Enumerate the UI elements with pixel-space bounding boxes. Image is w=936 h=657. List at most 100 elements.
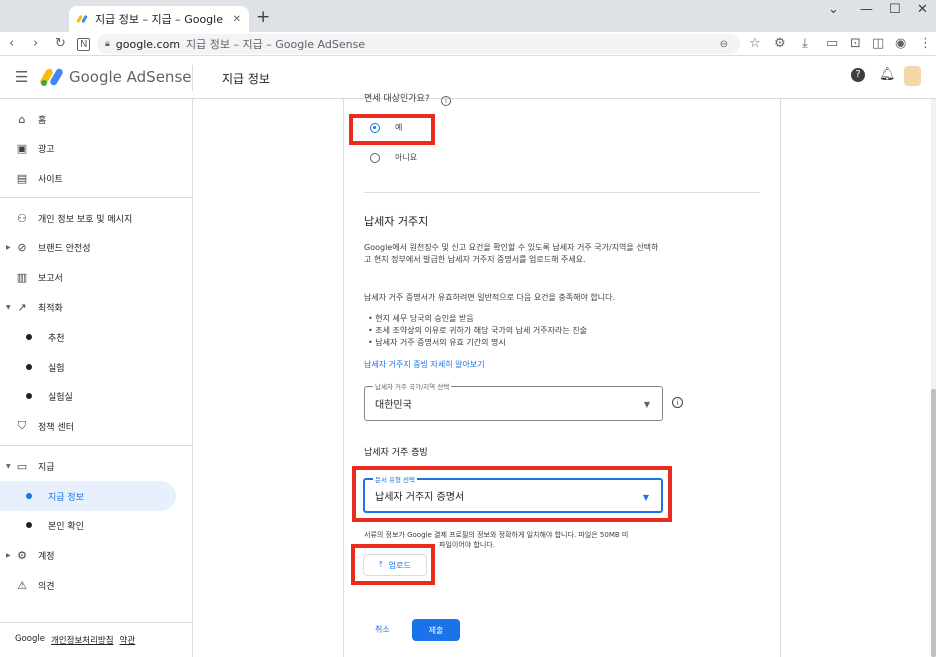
appbar-divider <box>192 65 193 91</box>
notifications-icon[interactable]: 🔔︎ <box>879 67 896 82</box>
proof-title: 납세자 거주 증빙 <box>364 448 428 458</box>
sidebar-divider <box>0 445 193 446</box>
trending-icon: ↗ <box>17 300 27 314</box>
document-type-label: 문서 유형 선택 <box>373 474 418 484</box>
sidebar-divider <box>0 622 193 623</box>
bullet-icon <box>26 364 32 370</box>
zoom-icon[interactable]: ⊖ <box>720 39 728 50</box>
upload-icon: ⤒ <box>379 560 383 569</box>
bookmark-icon[interactable]: ☆ <box>749 36 761 51</box>
gear-icon: ⚙ <box>17 548 27 562</box>
minimize-icon[interactable]: — <box>860 2 873 17</box>
screenshot-icon[interactable]: ⊡ <box>850 36 861 51</box>
menu-dots-icon[interactable]: ⋮ <box>919 36 932 51</box>
sidebar-item-label: 브랜드 안전성 <box>38 243 91 254</box>
app-header: ☰ Google AdSense 지급 정보 ? 🔔︎ <box>0 57 936 99</box>
lock-icon: 🔒︎ <box>105 39 110 49</box>
terms-link[interactable]: 약관 <box>120 634 136 646</box>
requirement-item: • 조세 조약상의 이유로 귀하가 해당 국가의 납세 거주자라는 진술 <box>368 326 587 335</box>
avatar[interactable] <box>904 66 921 86</box>
residence-title: 납세자 거주지 <box>364 215 429 228</box>
sidebar-item-account[interactable]: ⚙ 계정 <box>0 540 193 570</box>
payments-icon: ▭ <box>16 459 28 473</box>
hamburger-menu-icon[interactable]: ☰ <box>15 68 28 86</box>
upload-button[interactable]: ⤒ 업로드 <box>363 554 427 576</box>
bullet-icon <box>26 334 32 340</box>
document-type-select[interactable]: 문서 유형 선택 납세자 거주지 증명서 ▼ <box>363 474 663 513</box>
sidebar-item-label: 계정 <box>38 551 55 562</box>
sidebar-item-verification[interactable]: 본인 확인 <box>0 510 193 540</box>
sidebar-item-labs[interactable]: 실험실 <box>0 381 193 411</box>
sidebar-item-home[interactable]: ⌂ 홈 <box>0 104 193 134</box>
sidebar-item-sites[interactable]: ▤ 사이트 <box>0 163 193 193</box>
upload-note-line-1: 서류의 정보가 Google 결제 프로필의 정보와 정확하게 일치해야 합니다… <box>364 531 629 539</box>
tab-search-icon[interactable]: ⌄ <box>828 2 839 17</box>
back-icon[interactable]: ‹ <box>9 36 14 51</box>
sidebar-item-reports[interactable]: ▥ 보고서 <box>0 262 193 292</box>
tab-title: 지급 정보 – 지급 – Google AdSe <box>95 13 227 26</box>
upload-button-label: 업로드 <box>388 560 411 570</box>
browser-tab[interactable]: 지급 정보 – 지급 – Google AdSe ✕ <box>69 6 249 32</box>
radio-yes-label: 예 <box>395 123 403 132</box>
sidebar-item-label: 사이트 <box>38 174 63 185</box>
browser-tab-bar: 지급 정보 – 지급 – Google AdSe ✕ + ⌄ — ☐ ✕ <box>0 0 936 32</box>
requirement-text: 현지 세무 당국의 승인을 받음 <box>375 314 474 323</box>
address-path: 지급 정보 – 지급 – Google AdSense <box>186 38 366 51</box>
main-content: 면세 대상인가요? i 예 아니요 납세자 거주지 Google에서 원천징수 … <box>194 94 931 657</box>
radio-no[interactable] <box>370 153 380 163</box>
cancel-button[interactable]: 취소 <box>375 624 390 636</box>
sidebar-item-ads[interactable]: ▣ 광고 <box>0 133 193 163</box>
country-info-icon[interactable]: i <box>672 397 683 408</box>
country-select-label: 납세자 거주 국가/지역 선택 <box>373 381 452 391</box>
bullet-icon <box>26 493 32 499</box>
section-divider <box>364 192 760 193</box>
sidebar-item-policy-center[interactable]: ⛉ 정책 센터 <box>0 411 193 441</box>
close-window-icon[interactable]: ✕ <box>917 2 928 17</box>
sidebar-item-brand-safety[interactable]: ⊘ 브랜드 안전성 <box>0 232 193 262</box>
learn-more-link[interactable]: 납세자 거주지 증빙 자세히 알아보기 <box>364 359 485 371</box>
download-icon[interactable]: ⤓ <box>802 36 808 51</box>
dropdown-arrow-icon: ▼ <box>643 400 650 409</box>
submit-button-label: 제출 <box>428 625 444 635</box>
sidebar-item-experiments[interactable]: 실험 <box>0 352 193 382</box>
maximize-icon[interactable]: ☐ <box>889 2 901 17</box>
sidebar-item-label: 실험 <box>48 363 65 374</box>
info-icon[interactable]: i <box>441 96 451 106</box>
product-name: Google AdSense <box>69 68 192 86</box>
sidebar-item-privacy[interactable]: ⚇ 개인 정보 보호 및 메시지 <box>0 203 193 233</box>
new-tab-button[interactable]: + <box>256 7 270 27</box>
sidebar-divider <box>0 197 193 198</box>
home-icon[interactable]: N <box>77 38 91 51</box>
cast-icon[interactable]: ▭ <box>826 36 838 51</box>
requirement-text: 납세자 거주 증명서의 유효 기간의 명시 <box>375 338 506 347</box>
sidebar-item-recommendations[interactable]: 추천 <box>0 322 193 352</box>
submit-button[interactable]: 제출 <box>412 619 460 641</box>
adsense-logo-icon <box>40 68 63 86</box>
sidebar-item-label: 정책 센터 <box>38 422 74 433</box>
scrollbar-thumb[interactable] <box>931 389 936 657</box>
sidebar-item-payments[interactable]: ▭ 지급 <box>0 451 193 481</box>
sidebar-item-feedback[interactable]: ⚠ 의견 <box>0 570 193 600</box>
reload-icon[interactable]: ↻ <box>55 36 66 51</box>
requirement-item: • 현지 세무 당국의 승인을 받음 <box>368 314 474 323</box>
sidebar-item-label: 지급 <box>38 462 55 473</box>
help-icon[interactable]: ? <box>851 68 865 82</box>
forward-icon[interactable]: › <box>33 36 38 51</box>
policy-shield-icon: ⛉ <box>17 419 27 432</box>
radio-yes[interactable] <box>370 123 380 133</box>
scrollbar[interactable] <box>931 99 936 657</box>
sidebar-item-label: 개인 정보 보호 및 메시지 <box>38 214 133 225</box>
home-icon: ⌂ <box>18 112 26 126</box>
privacy-link[interactable]: 개인정보처리방침 <box>51 634 114 646</box>
sidepanel-icon[interactable]: ◫ <box>872 36 884 51</box>
residence-description: Google에서 원천징수 및 신고 요건을 확인할 수 있도록 납세자 거주 … <box>364 243 659 264</box>
radio-no-label: 아니요 <box>395 153 418 162</box>
close-tab-icon[interactable]: ✕ <box>233 14 241 25</box>
country-select[interactable]: 납세자 거주 국가/지역 선택 대한민국 ▼ <box>364 381 663 421</box>
sidebar-item-optimization[interactable]: ↗ 최적화 <box>0 292 193 322</box>
address-bar[interactable]: 🔒︎ google.com 지급 정보 – 지급 – Google AdSens… <box>97 34 740 54</box>
extension-icon[interactable]: ⚙ <box>774 36 786 51</box>
sidebar-item-label: 지급 정보 <box>48 492 84 503</box>
sidebar-item-payment-info[interactable]: 지급 정보 <box>0 481 176 511</box>
profile-icon[interactable]: ◉ <box>895 36 906 51</box>
